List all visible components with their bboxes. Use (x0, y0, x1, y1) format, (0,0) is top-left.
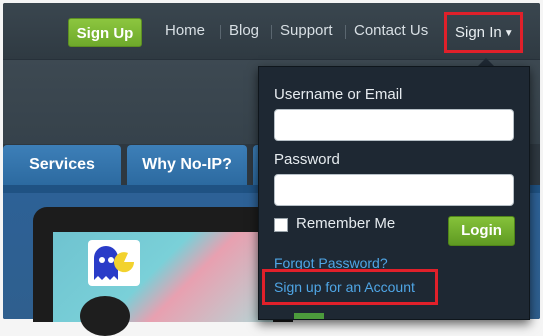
remember-me-checkbox[interactable] (274, 218, 288, 232)
signup-button[interactable]: Sign Up (68, 18, 142, 47)
top-navigation-bar: Sign Up Home Blog Support Contact Us Sig… (3, 3, 540, 60)
signin-dropdown-toggle[interactable]: Sign In ▼ (444, 12, 523, 53)
remember-me-label: Remember Me (296, 215, 396, 232)
tab-services[interactable]: Services (3, 145, 121, 185)
play-circle-icon (80, 296, 130, 336)
nav-link-blog[interactable]: Blog (229, 22, 259, 39)
signup-account-link[interactable]: Sign up for an Account (274, 279, 415, 295)
nav-separator (220, 25, 221, 39)
password-label: Password (274, 151, 340, 168)
nav-link-home[interactable]: Home (165, 22, 205, 39)
caret-down-icon: ▼ (503, 28, 514, 39)
signin-label: Sign In (455, 24, 502, 41)
password-field[interactable] (274, 174, 514, 206)
green-strip (294, 313, 324, 319)
tab-why-no-ip[interactable]: Why No-IP? (127, 145, 247, 185)
nav-separator (271, 25, 272, 39)
username-label: Username or Email (274, 86, 403, 103)
login-button[interactable]: Login (448, 216, 515, 246)
nav-link-contact-us[interactable]: Contact Us (354, 22, 428, 39)
nav-link-support[interactable]: Support (280, 22, 333, 39)
nav-separator (345, 25, 346, 39)
ghost-game-icon (88, 240, 140, 286)
username-field[interactable] (274, 109, 514, 141)
